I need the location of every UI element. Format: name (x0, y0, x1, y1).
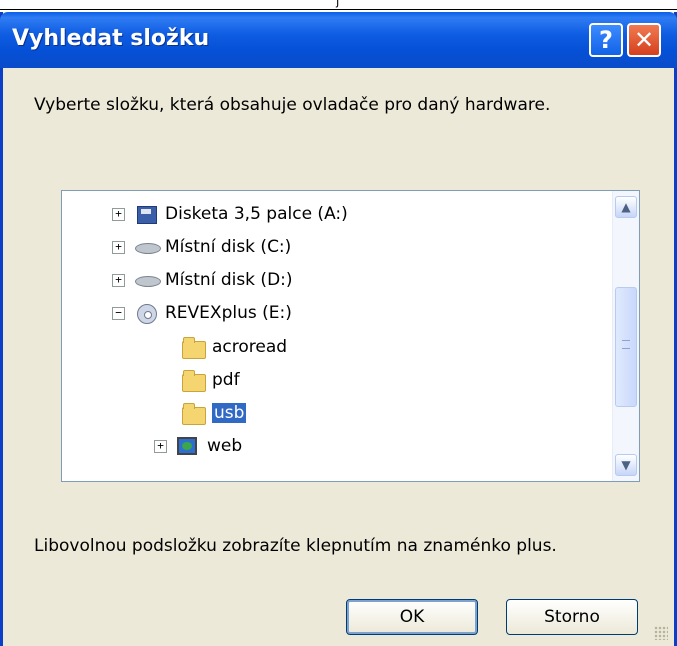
tree-item-revexplus[interactable]: − REVEXplus (E:) (112, 297, 292, 329)
tree-item-usb[interactable]: usb (182, 397, 247, 429)
tree-item-label-selected: usb (212, 403, 247, 423)
tree-item-disk-d[interactable]: + Místní disk (D:) (112, 264, 293, 296)
scroll-thumb[interactable] (615, 287, 637, 407)
resize-grip-icon[interactable] (654, 626, 668, 640)
expand-plus-icon[interactable]: + (154, 439, 167, 453)
instruction-text: Vyberte složku, která obsahuje ovladače … (34, 95, 551, 115)
tree-item-disk-c[interactable]: + Místní disk (C:) (112, 231, 291, 263)
collapse-minus-icon[interactable]: − (112, 306, 125, 320)
title-bar[interactable]: Vyhledat složku ? ✕ (0, 12, 677, 68)
help-button[interactable]: ? (589, 23, 623, 57)
hard-disk-icon (135, 237, 161, 257)
tree-item-label: pdf (212, 370, 240, 390)
folder-open-icon (182, 403, 206, 425)
tree-item-label: REVEXplus (E:) (165, 303, 292, 323)
hint-text: Libovolnou podsložku zobrazíte klepnutím… (34, 536, 557, 556)
floppy-icon (135, 204, 159, 224)
vertical-scrollbar[interactable]: ▲ ▼ (612, 191, 639, 481)
dialog-title: Vyhledat složku (12, 26, 210, 51)
top-strip-glyph: j (336, 0, 340, 8)
ok-button[interactable]: OK (346, 599, 478, 635)
close-button[interactable]: ✕ (627, 23, 661, 57)
scroll-down-icon[interactable]: ▼ (615, 454, 637, 476)
browse-folder-dialog: Vyhledat složku ? ✕ Vyberte složku, kter… (0, 12, 677, 646)
cancel-button[interactable]: Storno (506, 599, 638, 635)
cd-drive-icon (135, 303, 159, 324)
folder-icon (182, 337, 206, 359)
top-strip-line (0, 9, 677, 10)
top-strip: j (0, 0, 677, 12)
tree-item-pdf[interactable]: pdf (182, 364, 240, 396)
folder-tree[interactable]: + Disketa 3,5 palce (A:) + Místní disk (… (61, 190, 640, 482)
tree-item-floppy[interactable]: + Disketa 3,5 palce (A:) (112, 198, 348, 230)
scroll-up-icon[interactable]: ▲ (615, 196, 637, 218)
expand-plus-icon[interactable]: + (112, 273, 125, 287)
tree-item-label: web (207, 436, 243, 456)
tree-item-web[interactable]: + web (154, 430, 242, 462)
web-folder-icon (177, 436, 201, 456)
tree-item-label: Místní disk (C:) (165, 237, 292, 257)
folder-icon (182, 370, 206, 392)
expand-plus-icon[interactable]: + (112, 240, 125, 254)
tree-item-label: acroread (212, 337, 288, 357)
tree-item-acroread[interactable]: acroread (182, 331, 287, 363)
expand-plus-icon[interactable]: + (112, 207, 125, 221)
tree-item-label: Místní disk (D:) (165, 270, 293, 290)
tree-item-label: Disketa 3,5 palce (A:) (165, 204, 348, 224)
hard-disk-icon (135, 270, 161, 290)
